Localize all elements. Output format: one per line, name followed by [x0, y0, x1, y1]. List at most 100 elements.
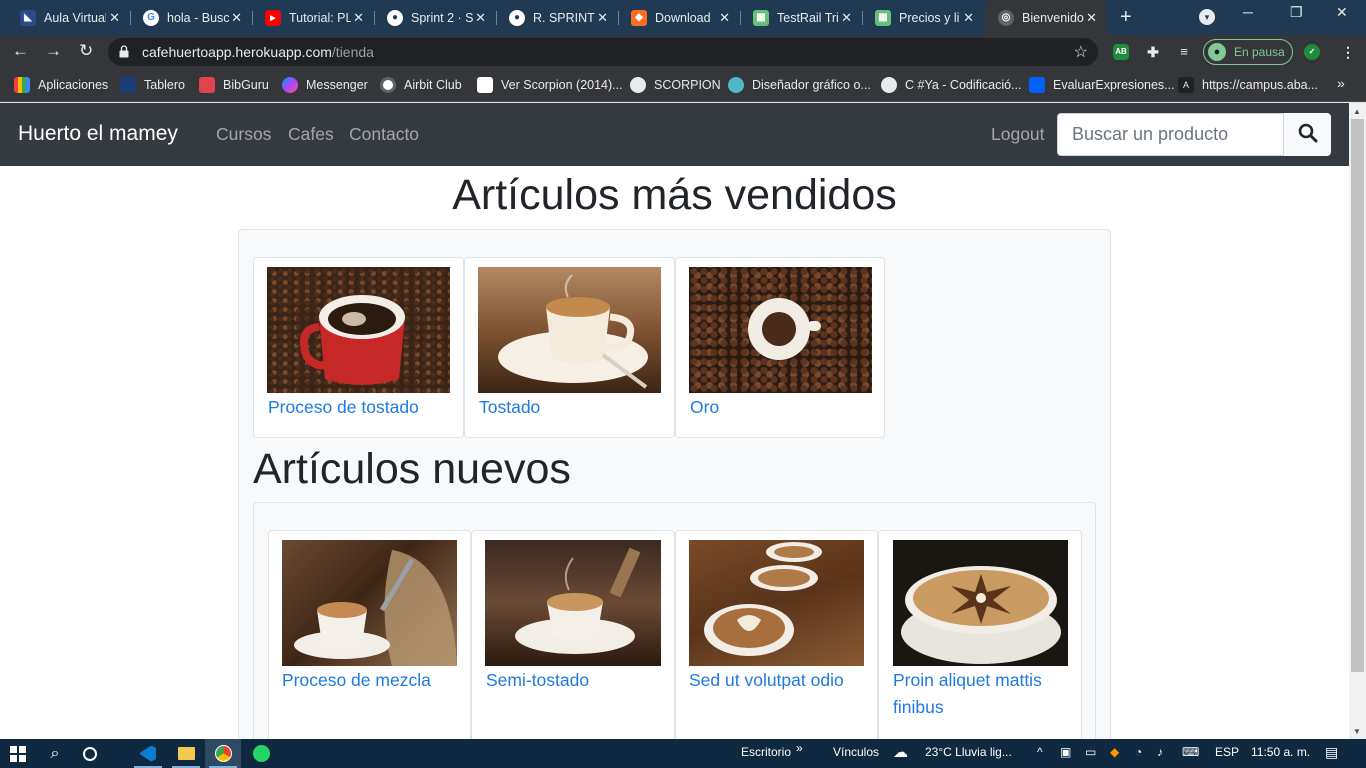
volume-icon[interactable]: ♪ — [1157, 745, 1163, 759]
bookmark-tablero[interactable]: Tablero — [120, 77, 185, 93]
media-control-icon[interactable]: ≡ — [1176, 44, 1192, 60]
bookmarks-overflow-icon[interactable]: » — [1337, 75, 1345, 91]
close-icon[interactable]: ✕ — [353, 10, 364, 26]
reload-icon[interactable]: ↻ — [79, 41, 93, 61]
bookmark-disenador[interactable]: Diseñador gráfico o... — [728, 77, 871, 93]
nav-link-contacto[interactable]: Contacto — [349, 124, 419, 145]
bookmark-evaluar[interactable]: EvaluarExpresiones... — [1029, 77, 1175, 93]
restore-icon[interactable]: ❐ — [1290, 4, 1303, 21]
camera-icon[interactable]: ▣ — [1060, 745, 1071, 759]
network-icon[interactable]: ◔ — [1135, 745, 1142, 759]
bookmark-c-ya[interactable]: C #Ya - Codificació... — [881, 77, 1021, 93]
product-card-sed-ut[interactable]: Sed ut volutpat odio — [675, 530, 878, 739]
new-tab-plus-icon[interactable]: + — [1120, 6, 1132, 29]
tab-testrail[interactable]: ▦ TestRail Tri ✕ — [740, 3, 863, 32]
product-title[interactable]: Semi-tostado — [486, 667, 589, 694]
close-icon[interactable]: ✕ — [719, 10, 730, 26]
product-title[interactable]: Proceso de tostado — [268, 394, 419, 421]
tab-github-sprint[interactable]: ● Sprint 2 · S ✕ — [374, 3, 497, 32]
close-icon[interactable]: ✕ — [963, 10, 974, 26]
bookmark-campus[interactable]: A https://campus.aba... — [1178, 77, 1318, 93]
tab-search-chevron-icon[interactable]: ▾ — [1199, 9, 1215, 25]
bookmark-aplicaciones[interactable]: Aplicaciones — [14, 77, 108, 93]
extensions-puzzle-icon[interactable]: ✚ — [1145, 44, 1161, 60]
battery-icon[interactable]: ▭ — [1085, 745, 1096, 759]
product-image[interactable] — [267, 267, 450, 393]
product-image[interactable] — [485, 540, 661, 666]
product-search-input[interactable] — [1057, 113, 1284, 156]
product-card-oro[interactable]: Oro — [675, 257, 885, 438]
tab-bienvenido-active[interactable]: ◎ Bienvenido ✕ — [985, 0, 1107, 35]
address-bar[interactable]: cafehuertoapp.herokuapp.com/tienda ☆ — [108, 38, 1098, 66]
scroll-up-icon[interactable]: ▲ — [1353, 107, 1361, 116]
nav-link-cafes[interactable]: Cafes — [288, 124, 334, 145]
product-card-proin-aliquet[interactable]: Proin aliquet mattis finibus — [878, 530, 1082, 739]
product-title[interactable]: Tostado — [479, 394, 540, 421]
tab-github-r-sprint[interactable]: ● R. SPRINT ✕ — [496, 3, 619, 32]
language-indicator[interactable]: ESP — [1215, 745, 1239, 759]
site-brand[interactable]: Huerto el mamey — [18, 122, 178, 146]
product-title[interactable]: Sed ut volutpat odio — [689, 667, 844, 694]
vscode-icon[interactable] — [130, 739, 166, 768]
scrollbar-thumb[interactable] — [1351, 119, 1364, 672]
page-scrollbar[interactable]: ▲ ▼ — [1349, 103, 1366, 739]
tab-download[interactable]: ◆ Download ✕ — [618, 3, 741, 32]
close-icon[interactable]: ✕ — [475, 10, 486, 26]
bookmark-bibguru[interactable]: BibGuru — [199, 77, 269, 93]
tab-google[interactable]: G hola - Buscar ✕ — [130, 3, 253, 32]
scroll-down-icon[interactable]: ▼ — [1353, 727, 1361, 736]
product-title[interactable]: Oro — [690, 394, 719, 421]
close-icon[interactable]: ✕ — [1086, 10, 1097, 26]
file-explorer-icon[interactable] — [168, 739, 204, 768]
show-hidden-icons-chevron-icon[interactable]: ^ — [1037, 745, 1043, 759]
close-icon[interactable]: ✕ — [109, 10, 120, 26]
window-close-icon[interactable]: ✕ — [1336, 4, 1348, 21]
links-toolbar[interactable]: Vínculos — [833, 745, 879, 759]
back-arrow-icon[interactable]: ← — [12, 41, 29, 61]
bookmark-ver-scorpion[interactable]: Ver Scorpion (2014)... — [477, 77, 623, 93]
adblock-icon[interactable]: AB — [1113, 44, 1129, 60]
product-image[interactable] — [689, 267, 872, 393]
close-icon[interactable]: ✕ — [597, 10, 608, 26]
minimize-icon[interactable]: ─ — [1243, 4, 1253, 20]
desktop-toolbar[interactable]: Escritorio — [741, 745, 791, 759]
search-icon[interactable]: ⌕ — [37, 739, 73, 768]
clock[interactable]: 11:50 a. m. — [1251, 745, 1310, 759]
bookmark-messenger[interactable]: Messenger — [282, 77, 368, 93]
bookmark-star-icon[interactable]: ☆ — [1074, 42, 1088, 62]
weather-status[interactable]: 23°C Lluvia lig... — [925, 745, 1012, 759]
product-image[interactable] — [478, 267, 661, 393]
windows-start-icon[interactable] — [0, 739, 36, 768]
product-card-proceso-tostado[interactable]: Proceso de tostado — [253, 257, 464, 438]
bookmark-scorpion[interactable]: SCORPION — [630, 77, 721, 93]
chrome-icon[interactable] — [205, 739, 241, 768]
profile-paused-button[interactable]: ● En pausa — [1203, 39, 1293, 65]
weather-cloud-icon[interactable]: ☁ — [893, 743, 908, 761]
menu-dots-icon[interactable]: ⋮ — [1340, 44, 1356, 60]
tab-youtube[interactable]: ▶ Tutorial: PL ✕ — [252, 3, 375, 32]
shield-check-icon[interactable]: ✓ — [1304, 44, 1320, 60]
close-icon[interactable]: ✕ — [841, 10, 852, 26]
whatsapp-icon[interactable] — [243, 739, 279, 768]
chevron-more-icon[interactable]: » — [796, 741, 803, 755]
tab-precios[interactable]: ▦ Precios y li ✕ — [862, 3, 984, 32]
product-card-proceso-mezcla[interactable]: Proceso de mezcla — [268, 530, 471, 739]
bookmark-airbit[interactable]: Airbit Club — [380, 77, 462, 93]
product-title[interactable]: Proceso de mezcla — [282, 667, 431, 694]
product-image[interactable] — [282, 540, 457, 666]
product-title[interactable]: Proin aliquet mattis finibus — [893, 667, 1073, 721]
product-image[interactable] — [689, 540, 864, 666]
product-card-semi-tostado[interactable]: Semi-tostado — [471, 530, 675, 739]
keyboard-icon[interactable]: ⌨ — [1182, 745, 1199, 759]
logout-link[interactable]: Logout — [991, 124, 1045, 145]
task-view-icon[interactable] — [72, 739, 108, 768]
product-card-tostado[interactable]: Tostado — [464, 257, 675, 438]
notifications-icon[interactable]: ▤ — [1325, 744, 1338, 761]
product-image[interactable] — [893, 540, 1068, 666]
forward-arrow-icon[interactable]: → — [45, 41, 62, 61]
tab-aula-virtual[interactable]: ◣ Aula Virtual ✕ — [7, 3, 131, 32]
close-icon[interactable]: ✕ — [231, 10, 242, 26]
search-button[interactable] — [1284, 113, 1331, 156]
metamask-fox-icon[interactable]: ◆ — [1110, 745, 1119, 759]
nav-link-cursos[interactable]: Cursos — [216, 124, 271, 145]
